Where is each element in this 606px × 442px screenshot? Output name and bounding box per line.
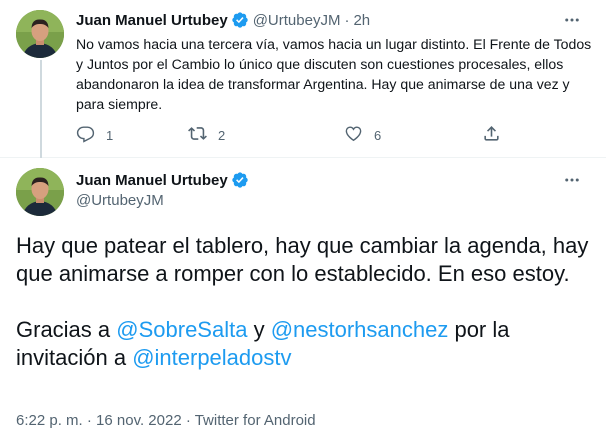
like-button[interactable]: 6 (344, 124, 381, 146)
tweet-author-row: Juan Manuel Urtubey (76, 170, 253, 190)
author-name[interactable]: Juan Manuel Urtubey (76, 172, 228, 189)
reply-icon (76, 124, 95, 146)
reply-button[interactable]: 1 (76, 124, 113, 146)
share-icon (482, 124, 501, 146)
reply-count: 1 (106, 127, 114, 143)
tweet-paragraph: Gracias a @SobreSalta y @nestorhsanchez … (16, 316, 596, 372)
author-handle[interactable]: @UrtubeyJM (253, 12, 341, 29)
thread-connector-line (40, 60, 42, 158)
text-segment: Gracias a (16, 317, 117, 342)
separator-dot: · (344, 11, 350, 29)
tweet-parent[interactable]: Juan Manuel Urtubey @UrtubeyJM · 2h No v… (0, 0, 606, 158)
mention-link[interactable]: @nestorhsanchez (271, 317, 449, 342)
verified-badge-icon (231, 171, 249, 189)
author-name[interactable]: Juan Manuel Urtubey (76, 12, 228, 29)
tweet-timestamp[interactable]: 6:22 p. m. · 16 nov. 2022 · Twitter for … (16, 412, 316, 429)
tweet-paragraph: Hay que patear el tablero, hay que cambi… (16, 233, 589, 286)
author-handle[interactable]: @UrtubeyJM (76, 192, 164, 209)
text-segment: y (247, 317, 271, 342)
relative-time[interactable]: 2h (353, 12, 370, 29)
verified-badge-icon (231, 11, 249, 29)
mention-link[interactable]: @interpeladostv (132, 345, 291, 370)
avatar[interactable] (16, 168, 64, 216)
more-options-icon[interactable] (562, 10, 582, 30)
tweet-header: Juan Manuel Urtubey @UrtubeyJM · 2h (76, 10, 370, 30)
retweet-count: 2 (218, 127, 226, 143)
avatar[interactable] (16, 10, 64, 58)
tweet-text: No vamos hacia una tercera vía, vamos ha… (76, 36, 592, 112)
retweet-icon (188, 124, 207, 146)
tweet-actions: 1 2 6 (76, 124, 516, 144)
retweet-button[interactable]: 2 (188, 124, 225, 146)
share-button[interactable] (482, 124, 501, 146)
like-icon (344, 124, 363, 146)
mention-link[interactable]: @SobreSalta (116, 317, 247, 342)
tweet-body: Hay que patear el tablero, hay que cambi… (16, 232, 596, 372)
like-count: 6 (374, 127, 382, 143)
more-options-icon[interactable] (562, 170, 582, 190)
